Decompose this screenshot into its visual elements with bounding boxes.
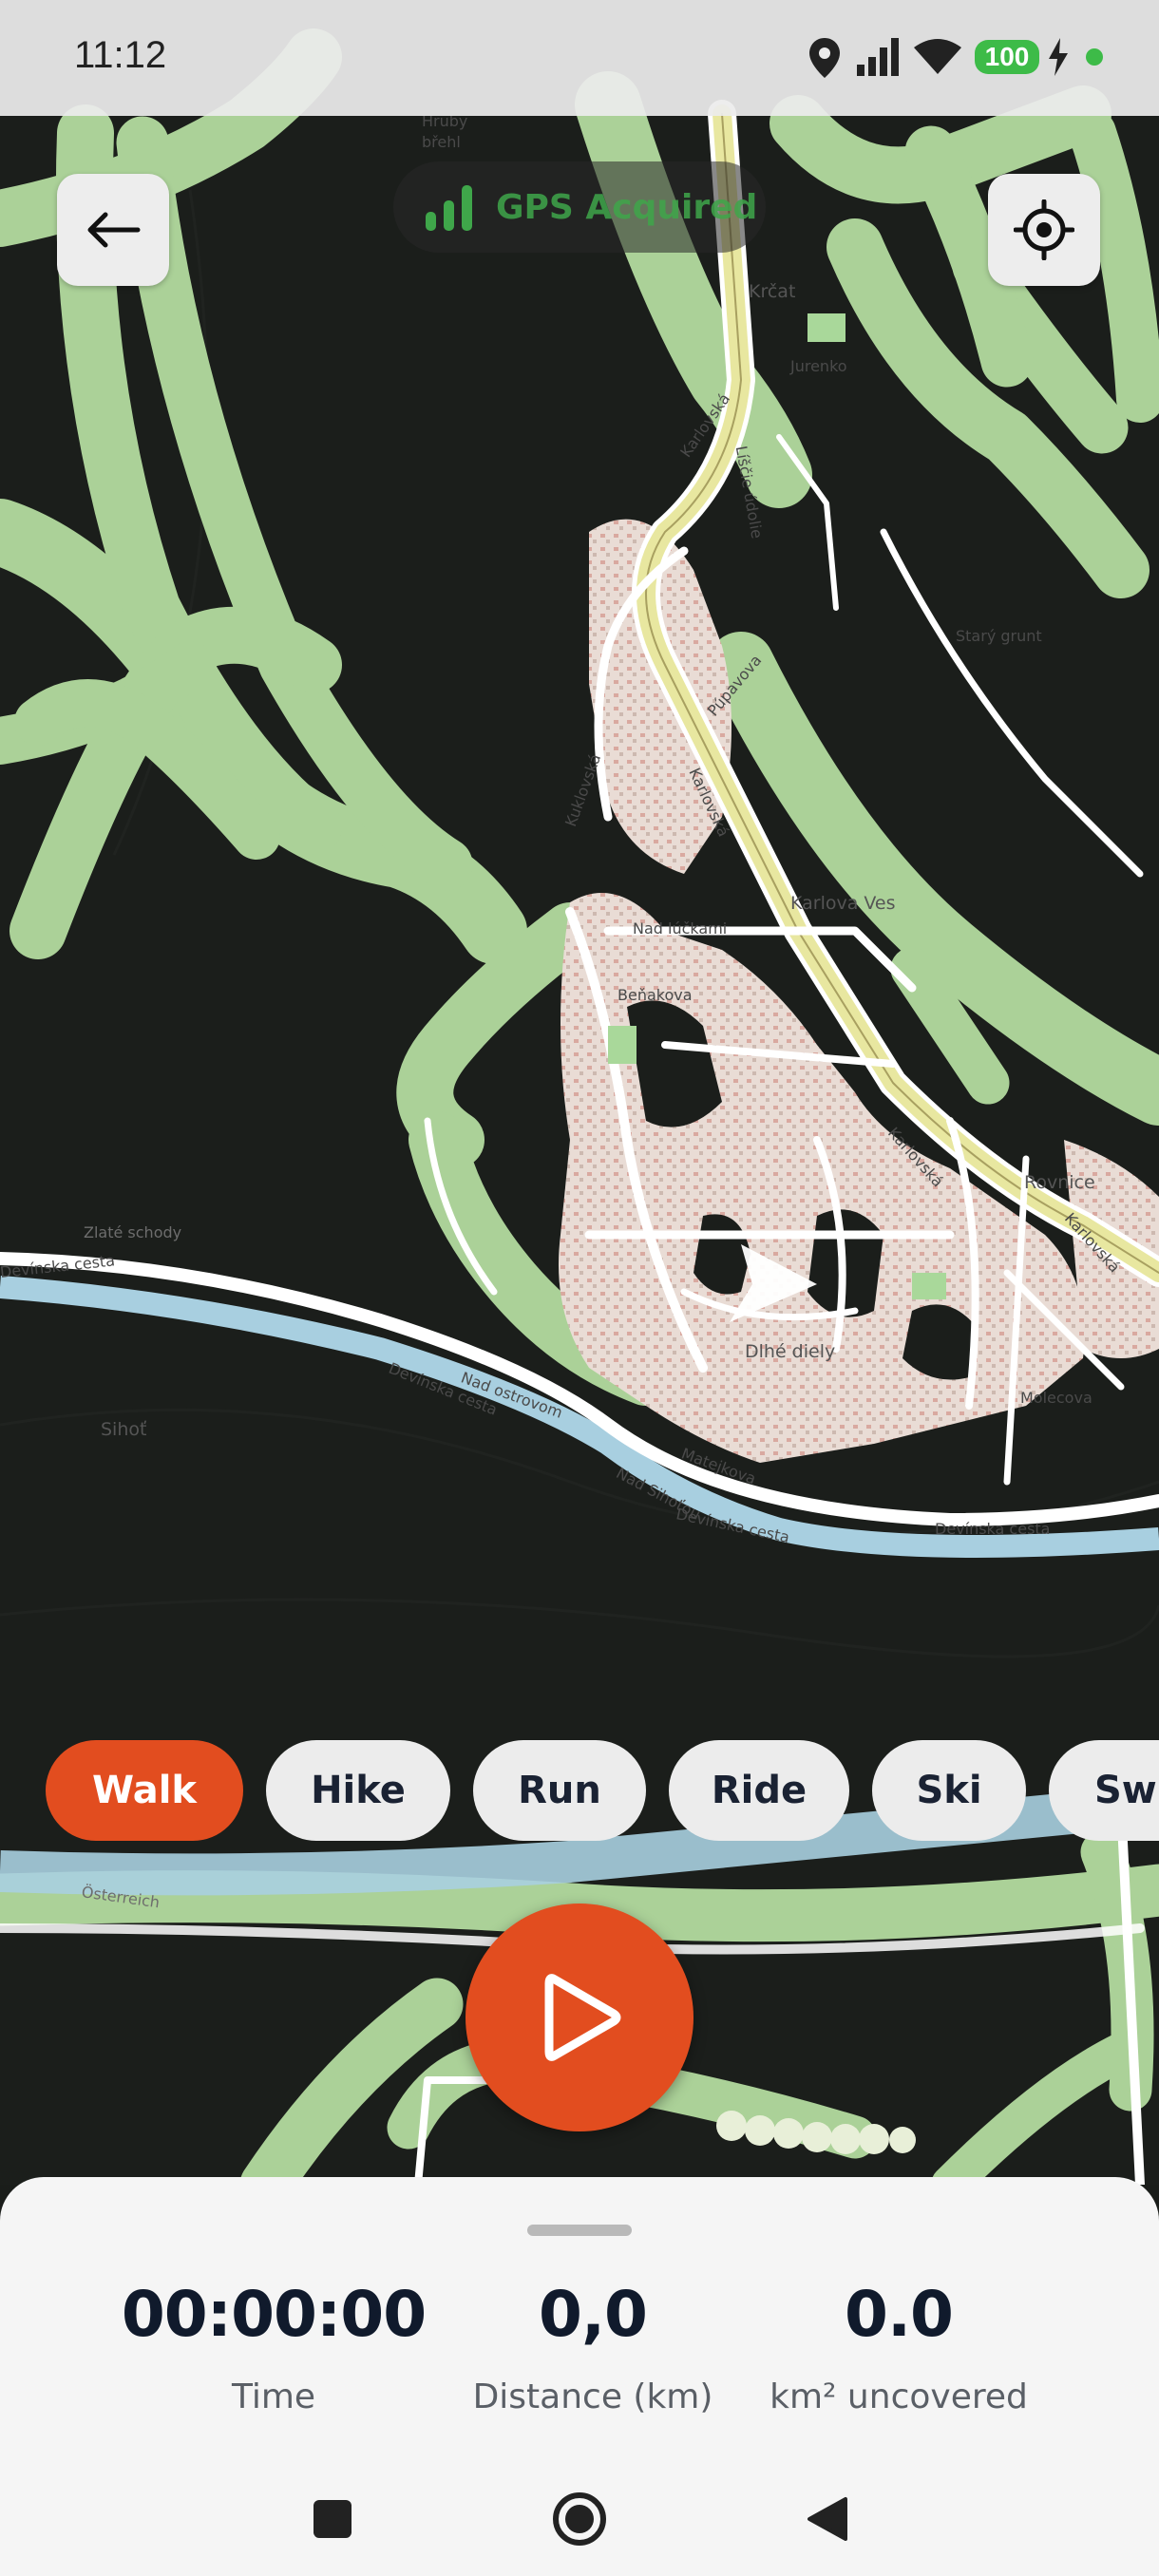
dot-indicator-icon: [1086, 48, 1103, 66]
gps-signal-icon: [426, 185, 472, 231]
stat-time-label: Time: [231, 2377, 316, 2416]
triangle-back-icon: [808, 2497, 847, 2541]
map-label: Sihoť: [101, 1419, 147, 1440]
activity-chip-swim[interactable]: Swi: [1049, 1740, 1159, 1841]
map-label: Beňakova: [618, 986, 693, 1004]
map-view[interactable]: Hruby břehl Krčat Jurenko Karlovská Karl…: [0, 0, 1159, 2185]
map-label: Molecova: [1020, 1389, 1092, 1407]
start-tracking-button[interactable]: [466, 1904, 694, 2131]
home-circle-icon: [553, 2492, 606, 2546]
map-label: břehl: [422, 133, 461, 151]
play-icon: [544, 1974, 621, 2061]
recenter-location-button[interactable]: [988, 174, 1100, 286]
map-label: Starý grunt: [956, 627, 1042, 645]
location-pin-icon: [809, 38, 840, 78]
map-label: Devínska cesta: [935, 1520, 1051, 1538]
map-label: Nad lúčkami: [633, 919, 728, 938]
activity-chip-walk[interactable]: Walk: [46, 1740, 243, 1841]
arrow-left-icon: [87, 212, 141, 248]
status-bar: 11:12 100: [0, 0, 1159, 116]
map-label: Jurenko: [790, 357, 847, 375]
activity-chip-ski[interactable]: Ski: [872, 1740, 1026, 1841]
stat-distance-value: 0,0: [539, 2278, 648, 2351]
crosshair-icon: [1014, 199, 1074, 260]
map-label: Rovnice: [1024, 1172, 1095, 1193]
activity-chip-hike[interactable]: Hike: [266, 1740, 450, 1841]
activity-selector: Walk Hike Run Ride Ski Swi: [0, 1740, 1159, 1841]
map-label: Krčat: [749, 281, 796, 302]
map-canvas: [0, 28, 1159, 2185]
stat-time-value: 00:00:00: [121, 2278, 427, 2351]
map-label: Dlhé diely: [745, 1341, 836, 1362]
nav-home-button[interactable]: [542, 2481, 618, 2557]
map-label: Karlova Ves: [790, 893, 896, 914]
status-time: 11:12: [74, 34, 167, 76]
gps-status-pill: GPS Acquired: [393, 161, 766, 253]
system-navigation-bar: [0, 2462, 1159, 2557]
stat-time: 00:00:00 Time: [103, 2278, 445, 2416]
activity-chip-run[interactable]: Run: [473, 1740, 646, 1841]
stat-distance-label: Distance (km): [472, 2377, 713, 2416]
battery-icon: 100: [975, 40, 1039, 74]
wifi-icon: [914, 39, 961, 74]
activity-chip-ride[interactable]: Ride: [669, 1740, 849, 1841]
stat-uncovered-value: 0.0: [845, 2278, 954, 2351]
charging-icon: [1049, 38, 1068, 76]
square-icon: [314, 2500, 352, 2538]
nav-recents-button[interactable]: [294, 2481, 370, 2557]
stat-uncovered-label: km² uncovered: [770, 2377, 1028, 2416]
stat-uncovered: 0.0 km² uncovered: [728, 2278, 1070, 2416]
nav-back-button[interactable]: [788, 2481, 864, 2557]
map-label: Zlaté schody: [84, 1223, 182, 1241]
back-button[interactable]: [57, 174, 169, 286]
stat-distance: 0,0 Distance (km): [422, 2278, 764, 2416]
signal-icon: [857, 38, 899, 76]
gps-status-text: GPS Acquired: [496, 187, 758, 227]
sheet-drag-handle[interactable]: [527, 2225, 632, 2236]
